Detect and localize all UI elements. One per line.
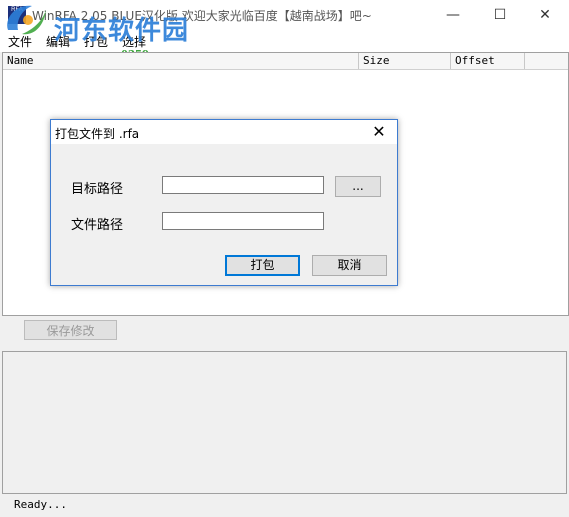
status-text: Ready... [14,498,67,511]
column-header-offset[interactable]: Offset [451,53,525,69]
minimize-button[interactable]: — [430,0,476,30]
watermark-site-name: 河东软件园 [54,16,190,46]
target-path-label: 目标路径 [71,182,124,197]
column-header-name[interactable]: Name [3,53,359,69]
save-changes-button[interactable]: 保存修改 [24,320,117,340]
cancel-button[interactable]: 取消 [312,255,387,276]
pack-button[interactable]: 打包 [225,255,300,276]
dialog-close-icon[interactable]: ✕ [369,122,389,141]
main-window: RFA WinRFA 2.05 BLUE汉化版 欢迎大家光临百度【越南战场】吧~… [0,0,569,517]
dialog-title: 打包文件到 .rfa [55,127,140,141]
file-path-input[interactable] [162,212,324,230]
dialog-title-bar[interactable]: 打包文件到 .rfa ✕ [51,120,397,144]
log-pane [2,351,567,494]
column-header-empty [525,53,568,69]
pack-dialog: 打包文件到 .rfa ✕ 目标路径 ... 文件路径 打包 取消 [50,119,398,286]
file-path-label: 文件路径 [71,218,124,233]
watermark-logo-icon [7,5,46,35]
target-path-input[interactable] [162,176,324,194]
browse-button[interactable]: ... [335,176,381,197]
list-header: Name Size Offset [3,53,568,70]
close-button[interactable]: ✕ [522,0,568,30]
column-header-size[interactable]: Size [359,53,451,69]
maximize-button[interactable]: ☐ [477,0,523,30]
